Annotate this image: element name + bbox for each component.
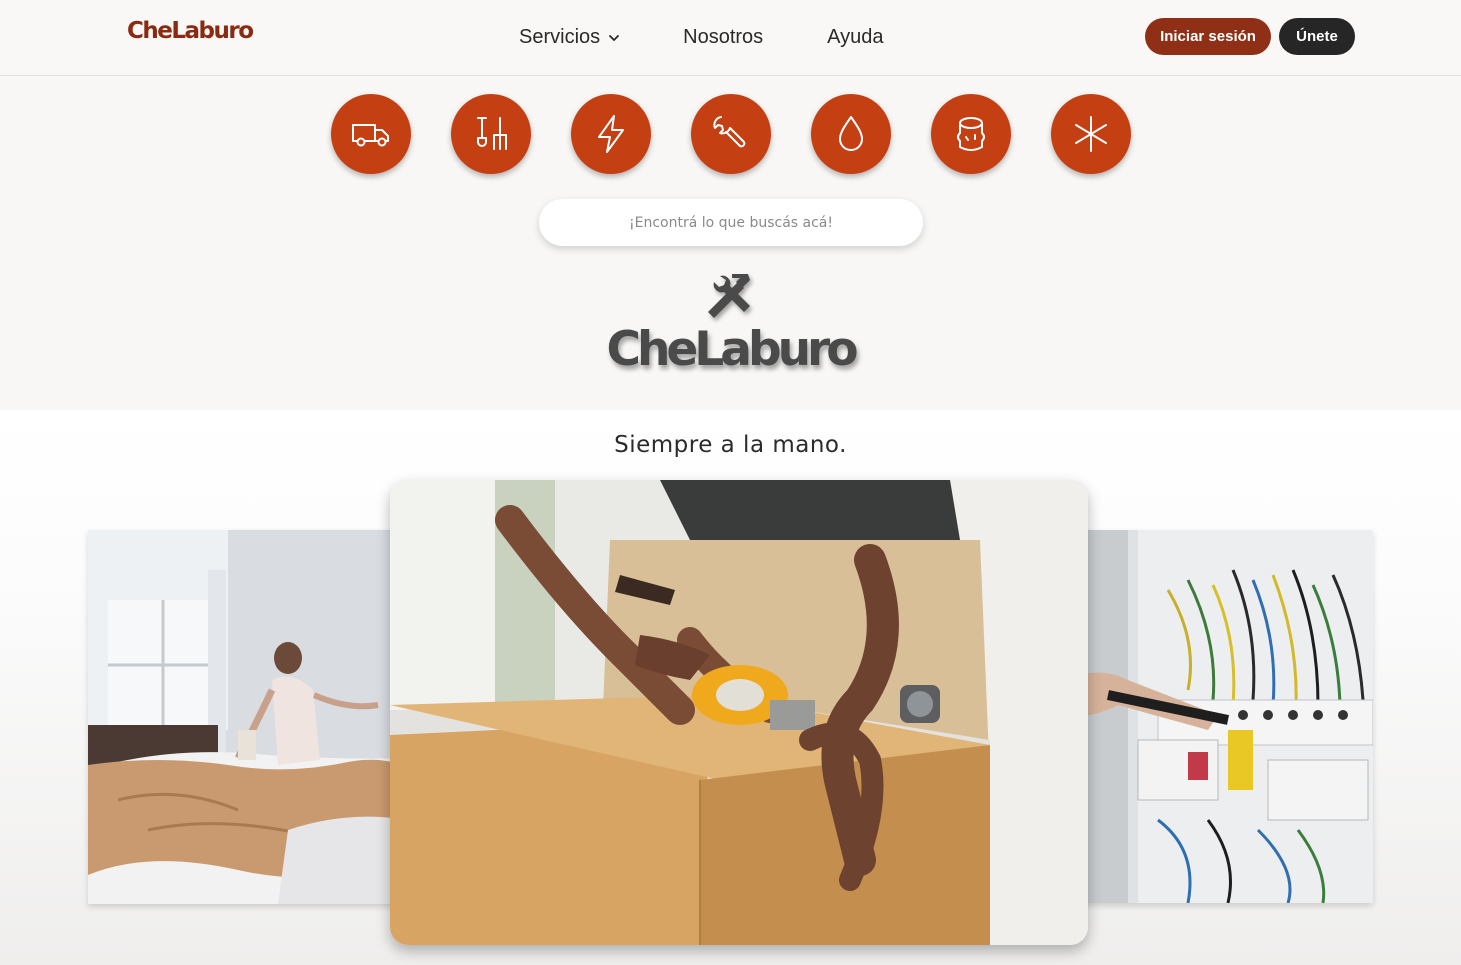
wrench-icon bbox=[713, 116, 746, 148]
snowflake-icon bbox=[1075, 116, 1107, 152]
login-button[interactable]: Iniciar sesión bbox=[1145, 18, 1271, 55]
service-repair-button[interactable] bbox=[691, 94, 771, 174]
top-navbar: CheLaburo Servicios Nosotros Ayuda Inici… bbox=[0, 0, 1461, 76]
nav-ayuda[interactable]: Ayuda bbox=[827, 26, 883, 49]
service-tree-button[interactable] bbox=[931, 94, 1011, 174]
nav-servicios-label: Servicios bbox=[519, 26, 601, 48]
chevron-down-icon bbox=[609, 34, 620, 41]
service-gardening-button[interactable] bbox=[451, 94, 531, 174]
hammer-wrench-logo-icon bbox=[708, 274, 750, 318]
garden-tools-icon bbox=[477, 117, 507, 150]
search-input[interactable] bbox=[539, 199, 923, 246]
service-categories bbox=[331, 94, 1131, 174]
service-cooling-button[interactable] bbox=[1051, 94, 1131, 174]
tree-stump-icon bbox=[957, 117, 985, 151]
service-moving-button[interactable] bbox=[331, 94, 411, 174]
service-electrical-button[interactable] bbox=[571, 94, 651, 174]
cleaning-photo bbox=[88, 530, 408, 904]
lightning-icon bbox=[598, 115, 624, 153]
main-nav: Servicios Nosotros Ayuda bbox=[519, 26, 948, 49]
water-drop-icon bbox=[839, 116, 863, 151]
hero-logo-text: CheLaburo bbox=[606, 322, 858, 377]
join-button[interactable]: Únete bbox=[1279, 18, 1355, 55]
electrical-photo bbox=[1068, 530, 1373, 903]
nav-nosotros[interactable]: Nosotros bbox=[683, 26, 763, 49]
tagline: Siempre a la mano. bbox=[614, 432, 847, 458]
brand-logo[interactable]: CheLaburo bbox=[127, 18, 254, 44]
moving-photo bbox=[390, 480, 1088, 945]
nav-servicios[interactable]: Servicios bbox=[519, 26, 620, 49]
service-plumbing-button[interactable] bbox=[811, 94, 891, 174]
truck-icon bbox=[352, 124, 389, 147]
